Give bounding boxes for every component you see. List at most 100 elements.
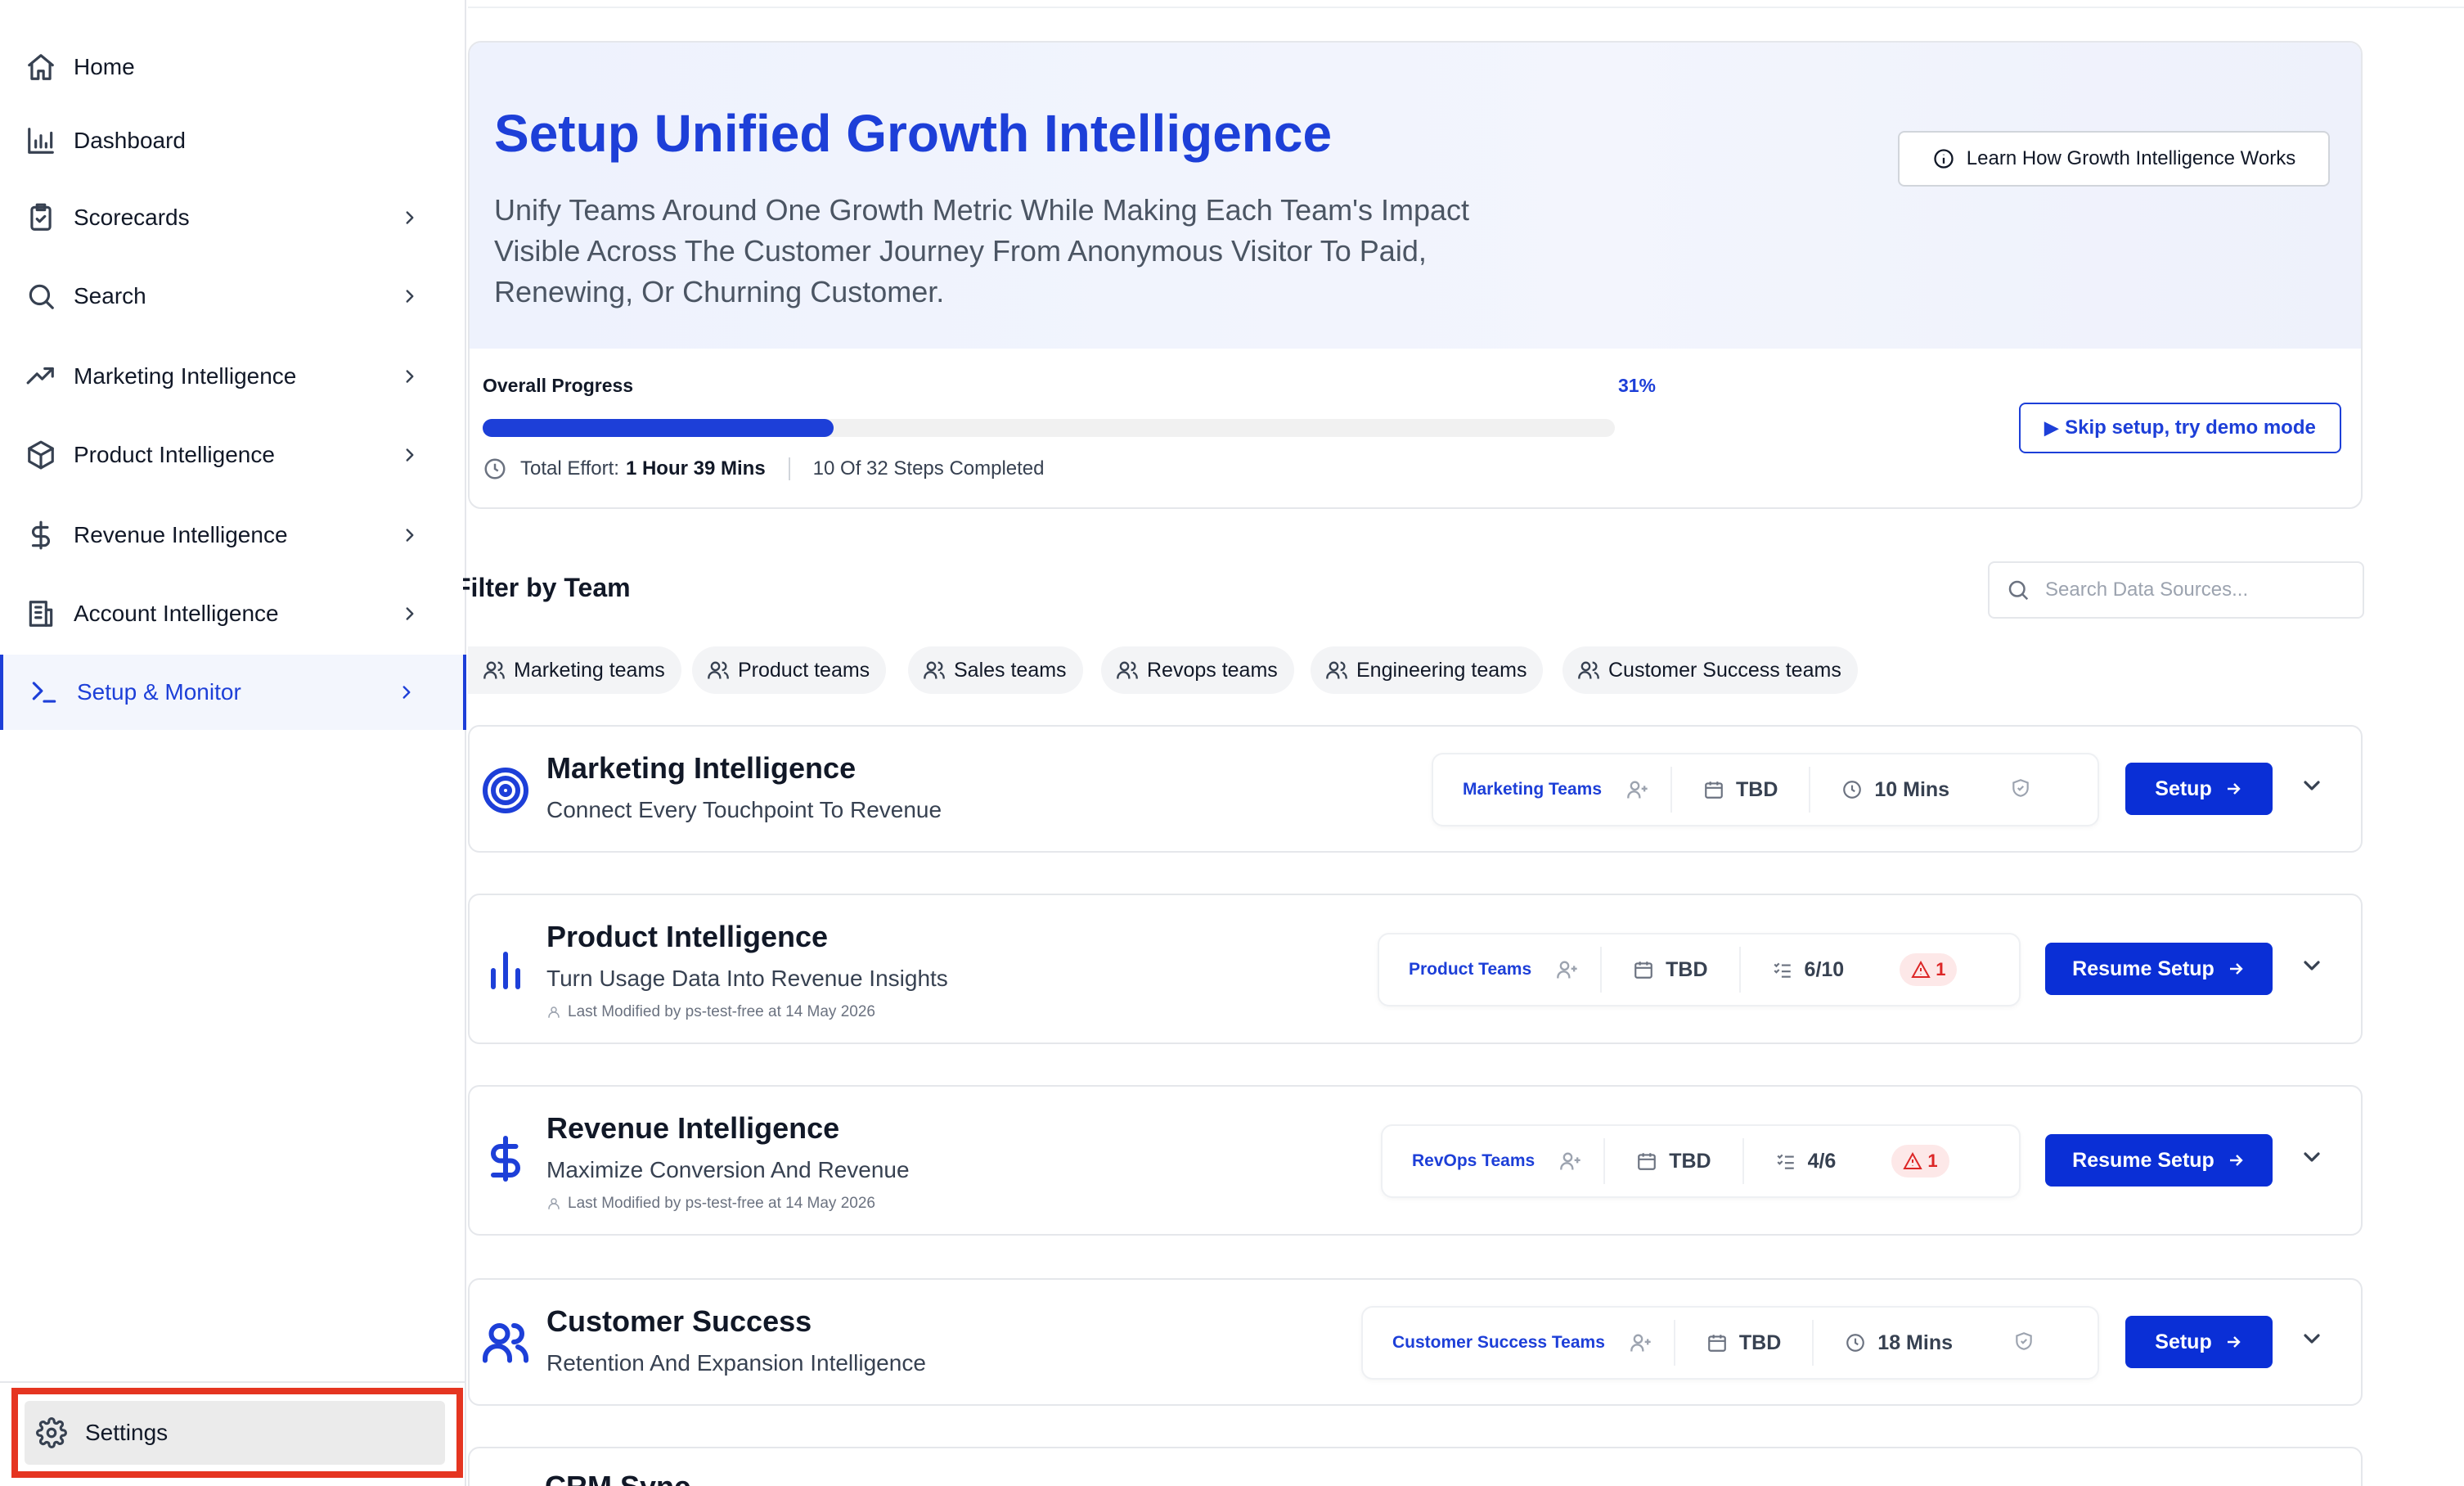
assign-user-icon[interactable]: [1556, 947, 1603, 993]
team-label: Product Teams: [1409, 960, 1532, 979]
user-icon: [548, 1006, 560, 1018]
sidebar-divider: [0, 1381, 466, 1383]
info-icon: [1934, 149, 1954, 169]
assign-user-icon[interactable]: [1630, 1320, 1675, 1366]
sidebar-item-revenue-intelligence[interactable]: Revenue Intelligence: [0, 498, 466, 573]
sidebar-item-label: Scorecards: [74, 205, 190, 230]
clock-icon: [1846, 1334, 1865, 1352]
alert-triangle-icon: [1911, 960, 1931, 978]
sidebar-item-setup-monitor[interactable]: Setup & Monitor: [0, 655, 466, 730]
page-title: Setup Unified Growth Intelligence: [494, 104, 1333, 163]
button-label: Setup: [2155, 1330, 2212, 1353]
expand-chevron-icon[interactable]: [2299, 1326, 2331, 1358]
sidebar-item-marketing-intelligence[interactable]: Marketing Intelligence: [0, 339, 466, 414]
shield-check-icon: [1981, 777, 2056, 803]
expand-chevron-icon[interactable]: [2299, 772, 2331, 805]
due-date: TBD: [1602, 947, 1741, 993]
sidebar-item-label: Product Intelligence: [74, 442, 275, 467]
search-icon: [2008, 580, 2029, 601]
users-icon: [481, 1317, 530, 1367]
sidebar-item-dashboard[interactable]: Dashboard: [0, 103, 466, 178]
calendar-icon: [1705, 781, 1723, 799]
effort-time: 18 Mins: [1814, 1320, 1984, 1366]
sidebar-item-product-intelligence[interactable]: Product Intelligence: [0, 417, 466, 493]
warning-count: 1: [1927, 1151, 1938, 1171]
alert-triangle-icon: [1903, 1151, 1923, 1169]
assign-user-icon[interactable]: [1559, 1138, 1606, 1184]
page-subtitle: Unify Teams Around One Growth Metric Whi…: [494, 193, 1470, 308]
demo-mode-button[interactable]: ▶ Skip setup, try demo mode: [2019, 403, 2341, 453]
card-subtitle: Retention And Expansion Intelligence: [546, 1350, 926, 1376]
assign-user-icon[interactable]: [1626, 767, 1672, 813]
expand-chevron-icon[interactable]: [2299, 952, 2331, 985]
effort-value: 1 Hour 39 Mins: [625, 457, 766, 480]
warning-badge[interactable]: 1: [1900, 953, 1958, 986]
sidebar-item-search[interactable]: Search: [0, 259, 466, 334]
sidebar-item-scorecards[interactable]: Scorecards: [0, 180, 466, 255]
data-source-search[interactable]: [1988, 561, 2364, 619]
expand-chevron-icon[interactable]: [2299, 1144, 2331, 1177]
date-value: TBD: [1666, 957, 1708, 981]
user-icon: [548, 1198, 560, 1209]
sidebar: Home Dashboard Scorecards Search Marketi…: [0, 0, 466, 1486]
chevron-right-icon: [399, 603, 420, 624]
chevron-right-icon: [399, 366, 420, 387]
card-subtitle: Turn Usage Data Into Revenue Insights: [546, 966, 948, 991]
effort-summary: Total Effort: 1 Hour 39 Mins 10 Of 32 St…: [483, 457, 1045, 481]
sidebar-item-label: Marketing Intelligence: [74, 363, 297, 389]
users-icon: [924, 661, 945, 679]
warning-count: 1: [1936, 959, 1946, 979]
effort-label: Total Effort:: [520, 457, 619, 480]
button-label: Resume Setup: [2072, 957, 2214, 980]
setup-card-revenue: Revenue Intelligence Maximize Conversion…: [468, 1085, 2363, 1236]
chip-sales-teams[interactable]: Sales teams: [908, 646, 1083, 694]
chip-customer-success-teams[interactable]: Customer Success teams: [1562, 646, 1858, 694]
chip-revops-teams[interactable]: Revops teams: [1101, 646, 1294, 694]
setup-button[interactable]: Setup: [2125, 1316, 2273, 1368]
chip-label: Customer Success teams: [1608, 658, 1841, 682]
card-subtitle: Connect Every Touchpoint To Revenue: [546, 797, 942, 822]
sidebar-item-label: Revenue Intelligence: [74, 522, 288, 547]
setup-card-product: Product Intelligence Turn Usage Data Int…: [468, 894, 2363, 1044]
learn-how-button[interactable]: Learn How Growth Intelligence Works: [1898, 131, 2330, 187]
team-label: Marketing Teams: [1463, 780, 1602, 799]
resume-setup-button[interactable]: Resume Setup: [2045, 943, 2273, 995]
chip-engineering-teams[interactable]: Engineering teams: [1311, 646, 1544, 694]
chip-marketing-teams[interactable]: Marketing teams: [468, 646, 681, 694]
progress-bar: [483, 419, 1615, 437]
sidebar-item-home[interactable]: Home: [0, 29, 466, 105]
date-value: TBD: [1669, 1149, 1711, 1173]
gear-icon: [36, 1417, 67, 1448]
team-label: RevOps Teams: [1412, 1151, 1536, 1170]
warning-badge[interactable]: 1: [1891, 1145, 1949, 1178]
due-date: TBD: [1605, 1138, 1744, 1184]
sidebar-item-settings[interactable]: Settings: [25, 1401, 445, 1465]
time-value: 10 Mins: [1874, 777, 1950, 801]
last-modified: Last Modified by ps-test-free at 14 May …: [546, 1195, 875, 1213]
filter-title-text: Filter by Team: [463, 573, 631, 602]
divider: [788, 457, 790, 480]
due-date: TBD: [1675, 1320, 1814, 1366]
sidebar-item-label: Home: [74, 54, 135, 79]
setup-button[interactable]: Setup: [2125, 763, 2273, 815]
package-icon: [25, 439, 57, 471]
search-input[interactable]: [2045, 579, 2356, 601]
arrow-right-icon: [2229, 1155, 2243, 1166]
clock-icon: [1843, 781, 1862, 799]
chevron-right-icon: [399, 444, 420, 466]
filter-title: Filter by Team: [463, 573, 708, 603]
building-icon: [25, 597, 57, 630]
chip-product-teams[interactable]: Product teams: [692, 646, 887, 694]
last-modified: Last Modified by ps-test-free at 14 May …: [546, 1003, 875, 1021]
demo-mode-label: Skip setup, try demo mode: [2065, 417, 2316, 439]
button-label: Resume Setup: [2072, 1148, 2214, 1172]
date-value: TBD: [1738, 1331, 1782, 1354]
date-value: TBD: [1736, 777, 1778, 801]
sidebar-item-account-intelligence[interactable]: Account Intelligence: [0, 576, 466, 651]
hero-panel: Setup Unified Growth Intelligence Unify …: [468, 41, 2363, 509]
steps-progress: 4/6: [1744, 1138, 1868, 1184]
resume-setup-button[interactable]: Resume Setup: [2045, 1134, 2273, 1187]
progress-label: Overall Progress: [483, 375, 634, 396]
card-meta: RevOps Teams TBD 4/6 1: [1381, 1124, 2021, 1198]
settings-label: Settings: [85, 1420, 169, 1445]
